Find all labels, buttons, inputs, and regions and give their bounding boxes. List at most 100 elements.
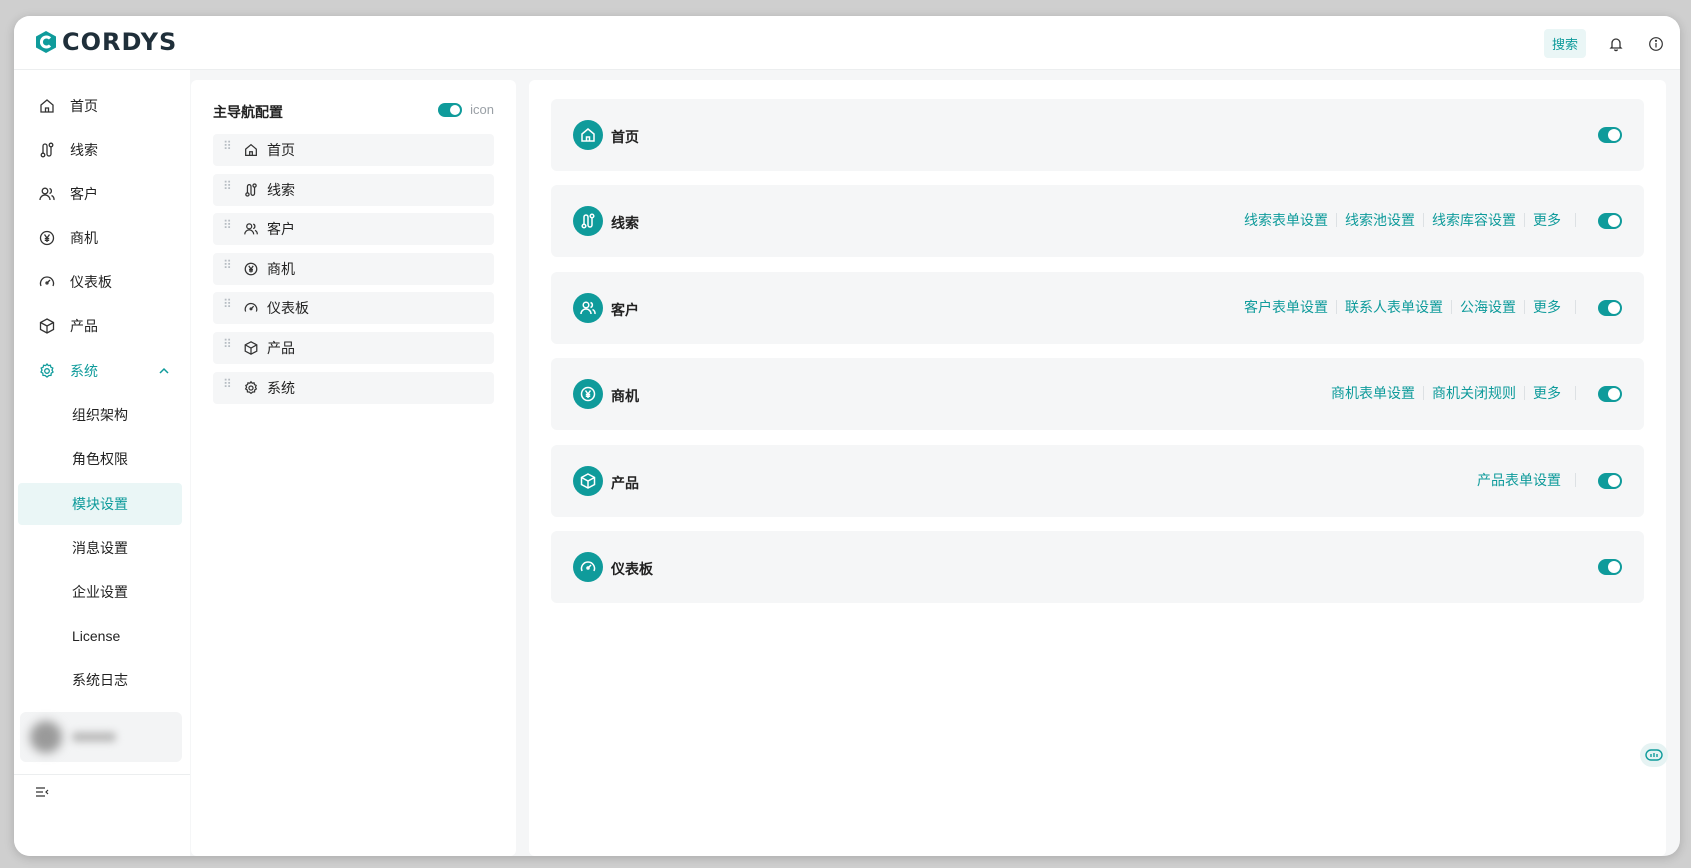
sidebar-item-customers[interactable]: 客户: [18, 173, 182, 215]
module-title: 仪表板: [611, 561, 653, 577]
box-icon: [573, 466, 603, 496]
gauge-icon: [573, 552, 603, 582]
search-button[interactable]: 搜索: [1543, 29, 1586, 58]
sidebar-subitem-org[interactable]: 组织架构: [18, 394, 182, 436]
nav-config-item-label: 仪表板: [267, 300, 309, 316]
home-icon: [573, 120, 603, 150]
link-more[interactable]: 更多: [1525, 386, 1576, 400]
module-links: 产品表单设置: [1469, 473, 1576, 487]
sidebar-item-system[interactable]: 系统: [18, 350, 182, 392]
module-toggle-products[interactable]: [1598, 473, 1622, 494]
sidebar-item-home[interactable]: 首页: [18, 85, 182, 127]
module-links: 商机表单设置 商机关闭规则 更多: [1323, 386, 1576, 400]
sidebar-subitem-logs[interactable]: 系统日志: [18, 659, 182, 701]
module-toggle-dashboard[interactable]: [1598, 559, 1622, 580]
sidebar-item-label: 产品: [70, 318, 98, 334]
yen-icon: [244, 262, 258, 276]
module-card-opportunities: 商机 商机表单设置 商机关闭规则 更多: [551, 358, 1644, 430]
sidebar-item-label: 系统: [70, 363, 98, 379]
module-links: 客户表单设置 联系人表单设置 公海设置 更多: [1236, 300, 1576, 314]
sidebar-item-leads[interactable]: 线索: [18, 129, 182, 171]
module-title: 商机: [611, 388, 639, 404]
sidebar: 首页 线索 客户 商机 仪表板 产品 系统 组织架构 角色权限 模块设置 消息设…: [14, 70, 190, 856]
nav-config-item-opportunities[interactable]: ⠿ 商机: [213, 253, 494, 285]
nav-config-title: 主导航配置: [213, 104, 283, 120]
users-icon: [573, 293, 603, 323]
box-icon: [39, 318, 55, 334]
drag-handle-icon[interactable]: ⠿: [223, 298, 235, 315]
sidebar-item-opportunities[interactable]: 商机: [18, 217, 182, 259]
route-icon: [573, 206, 603, 236]
link-lead-form-settings[interactable]: 线索表单设置: [1236, 213, 1337, 227]
link-contact-form-settings[interactable]: 联系人表单设置: [1337, 300, 1452, 314]
link-more[interactable]: 更多: [1525, 213, 1576, 227]
nav-config-item-customers[interactable]: ⠿ 客户: [213, 213, 494, 245]
nav-config-panel: 主导航配置 icon ⠿ 首页 ⠿ 线索 ⠿ 客户 ⠿ 商机 ⠿ 仪表板 ⠿ 产…: [191, 80, 516, 856]
home-icon: [40, 99, 54, 113]
module-toggle-leads[interactable]: [1598, 213, 1622, 234]
link-lead-pool-settings[interactable]: 线索池设置: [1337, 213, 1424, 227]
route-icon: [245, 183, 257, 197]
module-toggle-opportunities[interactable]: [1598, 386, 1622, 407]
drag-handle-icon[interactable]: ⠿: [223, 378, 235, 395]
module-title: 首页: [611, 129, 639, 145]
module-title: 线索: [611, 215, 639, 231]
box-icon: [244, 341, 258, 355]
drag-handle-icon[interactable]: ⠿: [223, 259, 235, 276]
icon-toggle-group: icon: [438, 102, 494, 117]
nav-config-item-home[interactable]: ⠿ 首页: [213, 134, 494, 166]
nav-config-item-system[interactable]: ⠿ 系统: [213, 372, 494, 404]
sidebar-item-label: 商机: [70, 230, 98, 246]
nav-config-item-leads[interactable]: ⠿ 线索: [213, 174, 494, 206]
gauge-icon: [39, 276, 55, 287]
link-customer-form-settings[interactable]: 客户表单设置: [1236, 300, 1337, 314]
icon-toggle-switch[interactable]: [438, 102, 463, 117]
link-public-pool-settings[interactable]: 公海设置: [1452, 300, 1525, 314]
drag-handle-icon[interactable]: ⠿: [223, 140, 235, 157]
gear-icon: [244, 380, 258, 395]
sidebar-item-products[interactable]: 产品: [18, 305, 182, 347]
link-product-form-settings[interactable]: 产品表单设置: [1469, 473, 1576, 487]
icon-toggle-label: icon: [470, 102, 494, 117]
cordys-logo-icon: [36, 31, 56, 53]
module-toggle-customers[interactable]: [1598, 300, 1622, 321]
user-profile[interactable]: [20, 712, 182, 762]
link-opportunity-form-settings[interactable]: 商机表单设置: [1323, 386, 1424, 400]
module-toggle-home[interactable]: [1598, 127, 1622, 148]
sidebar-subitem-license[interactable]: License: [18, 615, 182, 657]
link-lead-capacity-settings[interactable]: 线索库容设置: [1424, 213, 1525, 227]
sidebar-subitem-enterprise[interactable]: 企业设置: [18, 571, 182, 613]
drag-handle-icon[interactable]: ⠿: [223, 180, 235, 197]
nav-config-item-label: 首页: [267, 142, 295, 158]
sidebar-item-label: 仪表板: [70, 274, 112, 290]
nav-config-item-label: 商机: [267, 261, 295, 277]
yen-icon: [573, 379, 603, 409]
yen-icon: [39, 230, 55, 246]
sidebar-item-label: 客户: [70, 186, 98, 202]
sidebar-item-label: 首页: [70, 98, 98, 114]
drag-handle-icon[interactable]: ⠿: [223, 219, 235, 236]
collapse-sidebar-icon[interactable]: [34, 784, 50, 800]
module-title: 产品: [611, 475, 639, 491]
header-actions: 搜索: [1543, 29, 1666, 58]
module-card-dashboard: 仪表板: [551, 531, 1644, 603]
logo[interactable]: CORDYS: [34, 28, 177, 56]
module-card-leads: 线索 线索表单设置 线索池设置 线索库容设置 更多: [551, 185, 1644, 257]
sidebar-subitem-messages[interactable]: 消息设置: [18, 527, 182, 569]
nav-config-item-dashboard[interactable]: ⠿ 仪表板: [213, 292, 494, 324]
home-icon: [245, 143, 257, 156]
route-icon: [40, 142, 54, 158]
chevron-up-icon[interactable]: [156, 363, 172, 379]
info-icon[interactable]: [1646, 34, 1666, 54]
drag-handle-icon[interactable]: ⠿: [223, 338, 235, 355]
link-more[interactable]: 更多: [1525, 300, 1576, 314]
module-card-home: 首页: [551, 99, 1644, 171]
sidebar-item-dashboard[interactable]: 仪表板: [18, 261, 182, 303]
nav-config-item-products[interactable]: ⠿ 产品: [213, 332, 494, 364]
module-card-customers: 客户 客户表单设置 联系人表单设置 公海设置 更多: [551, 272, 1644, 344]
chat-assistant-icon[interactable]: [1640, 743, 1668, 767]
bell-icon[interactable]: [1606, 34, 1626, 54]
sidebar-subitem-modules[interactable]: 模块设置: [18, 483, 182, 525]
sidebar-subitem-roles[interactable]: 角色权限: [18, 438, 182, 480]
link-opportunity-close-rules[interactable]: 商机关闭规则: [1424, 386, 1525, 400]
